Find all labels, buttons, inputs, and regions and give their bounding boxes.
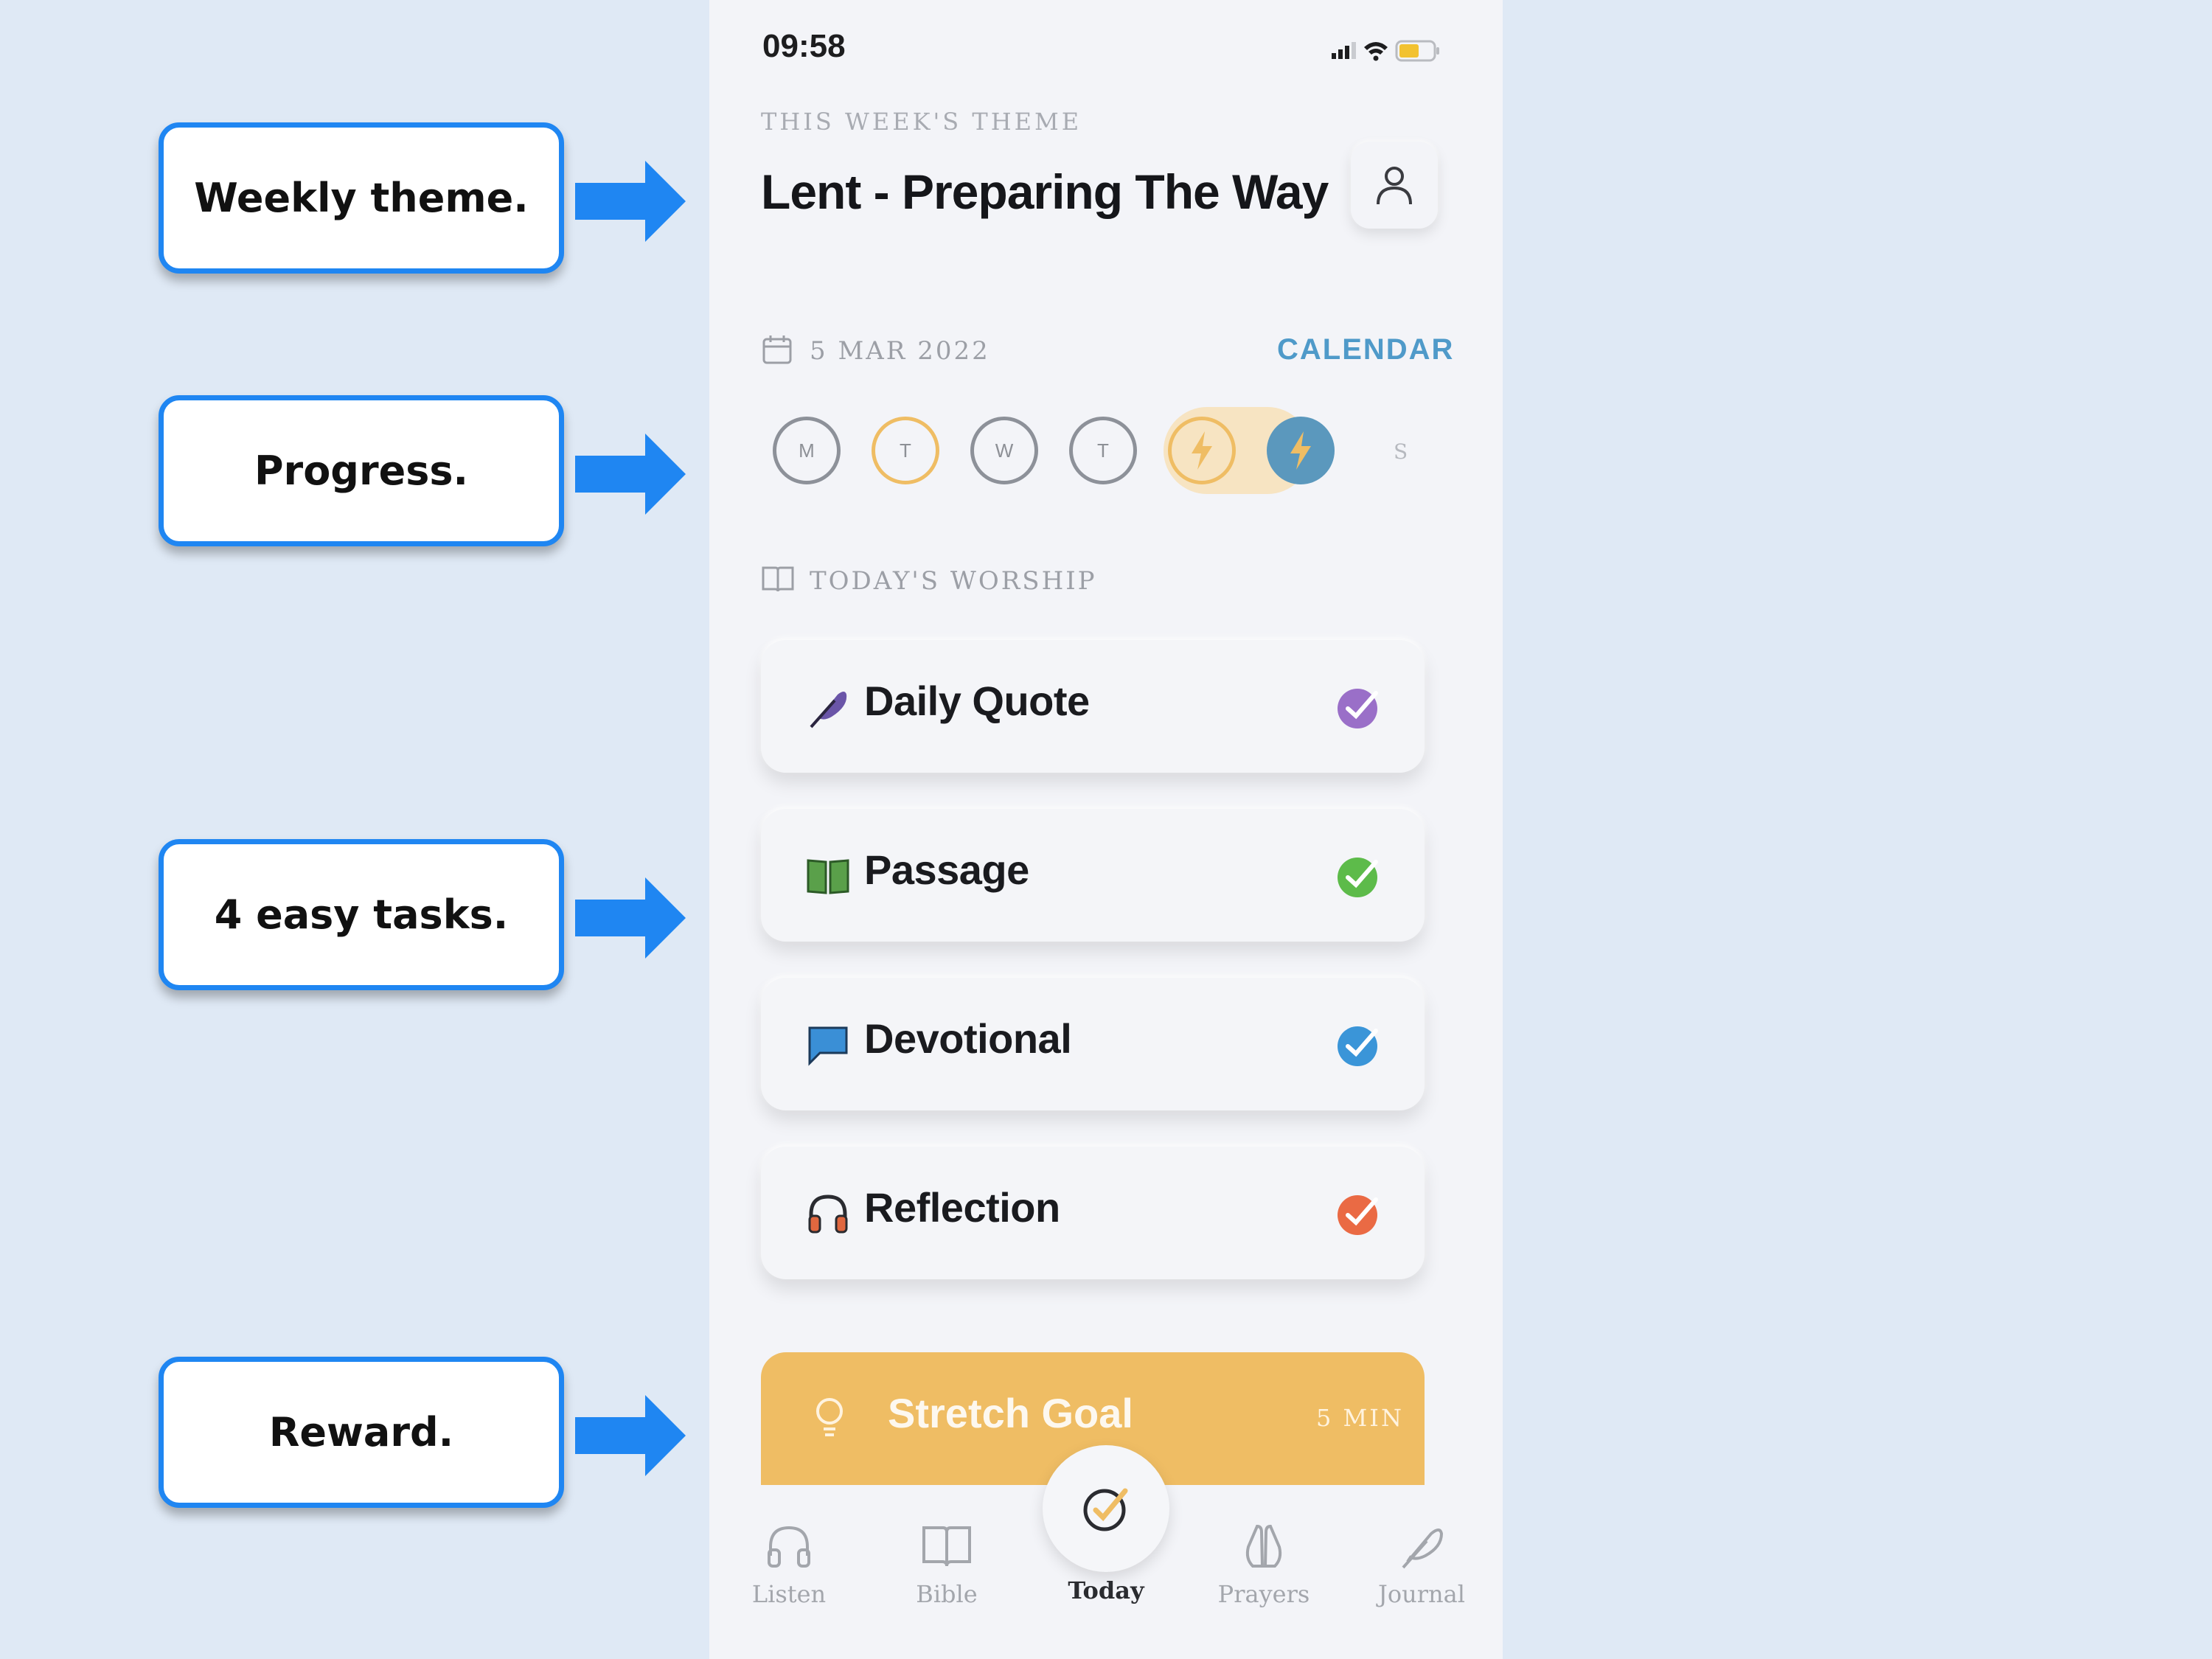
theme-label: THIS WEEK'S THEME	[761, 108, 1082, 136]
check-icon	[1338, 1195, 1378, 1235]
lightning-icon	[1290, 431, 1311, 470]
tab-label: Bible	[916, 1580, 978, 1608]
status-time: 09:58	[762, 28, 846, 64]
callout-text: Weekly theme.	[194, 175, 529, 221]
book-icon	[762, 566, 794, 592]
headphones-icon	[768, 1526, 810, 1568]
day-wednesday[interactable]: W	[970, 417, 1038, 484]
feather-icon	[810, 692, 847, 728]
day-label: M	[799, 439, 815, 462]
check-icon	[1338, 858, 1378, 897]
task-devotional[interactable]: Devotional	[761, 978, 1425, 1110]
tab-prayers[interactable]: Prayers	[1197, 1522, 1330, 1608]
tab-label: Today	[1068, 1576, 1144, 1604]
chat-icon	[808, 1026, 848, 1066]
callout-weekly-theme: Weekly theme.	[159, 122, 564, 274]
arrow-icon	[575, 434, 686, 515]
task-passage[interactable]: Passage	[761, 809, 1425, 942]
day-label: T	[900, 439, 911, 462]
callout-text: Reward.	[268, 1409, 454, 1455]
day-saturday-streak[interactable]	[1267, 417, 1335, 484]
day-tuesday[interactable]: T	[872, 417, 939, 484]
callout-reward: Reward.	[159, 1357, 564, 1508]
arrow-icon	[575, 1395, 686, 1476]
callout-progress: Progress.	[159, 395, 564, 546]
task-daily-quote[interactable]: Daily Quote	[761, 640, 1425, 773]
calendar-link[interactable]: CALENDAR	[1277, 333, 1454, 366]
check-icon	[1338, 1026, 1378, 1066]
stretch-goal-label: Stretch Goal	[888, 1390, 1133, 1436]
task-reflection[interactable]: Reflection	[761, 1147, 1425, 1279]
day-label: T	[1097, 439, 1109, 462]
calendar-icon	[762, 335, 792, 364]
day-friday-streak[interactable]	[1168, 417, 1236, 484]
callout-tasks: 4 easy tasks.	[159, 839, 564, 990]
task-label: Devotional	[864, 1015, 1072, 1062]
tab-label: Prayers	[1217, 1580, 1310, 1608]
headphones-icon	[808, 1194, 848, 1234]
tab-listen[interactable]: Listen	[723, 1522, 855, 1608]
stretch-goal-duration: 5 MIN	[1316, 1404, 1404, 1432]
feather-icon	[1402, 1528, 1444, 1569]
callout-text: Progress.	[254, 448, 468, 494]
tab-label: Journal	[1378, 1580, 1465, 1608]
task-label: Reflection	[864, 1184, 1060, 1231]
tab-today[interactable]: Today	[1040, 1522, 1172, 1604]
day-label: W	[995, 439, 1014, 462]
task-label: Passage	[864, 846, 1029, 893]
book-icon	[807, 859, 849, 894]
tab-bible[interactable]: Bible	[880, 1522, 1013, 1608]
status-icons	[1332, 40, 1439, 62]
callout-text: 4 easy tasks.	[214, 891, 509, 938]
tab-label: Listen	[751, 1580, 827, 1608]
current-date: 5 MAR 2022	[810, 336, 990, 366]
lightning-icon	[1192, 431, 1212, 470]
day-monday[interactable]: M	[773, 417, 841, 484]
arrow-icon	[575, 877, 686, 959]
check-icon	[1338, 689, 1378, 728]
user-icon	[1377, 167, 1412, 205]
signal-icon	[1332, 53, 1336, 59]
book-icon	[922, 1526, 971, 1567]
arrow-icon	[575, 161, 686, 242]
section-label: TODAY'S WORSHIP	[810, 566, 1097, 596]
day-thursday[interactable]: T	[1069, 417, 1137, 484]
tab-journal[interactable]: Journal	[1355, 1522, 1488, 1608]
page-title: Lent - Preparing The Way	[761, 164, 1329, 219]
phone-screen: 09:58 THIS WEEK'S THEME Lent - Preparing…	[709, 0, 1503, 1659]
task-label: Daily Quote	[864, 678, 1090, 724]
day-sunday[interactable]: S	[1394, 439, 1408, 464]
profile-button[interactable]	[1351, 142, 1438, 229]
lightbulb-icon	[816, 1398, 843, 1436]
praying-hands-icon	[1245, 1524, 1282, 1568]
